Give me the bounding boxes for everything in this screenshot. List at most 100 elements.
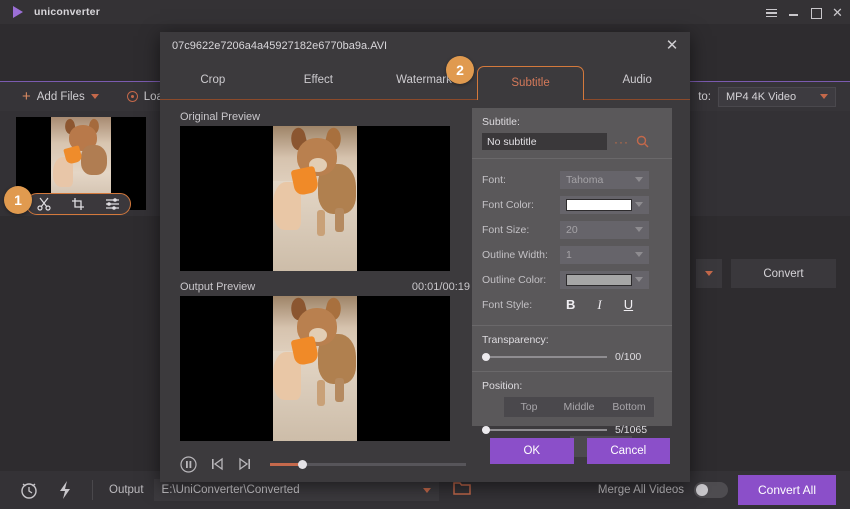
output-format-value: MP4 4K Video [726, 91, 796, 103]
original-preview-video [180, 126, 450, 271]
cancel-button[interactable]: Cancel [587, 438, 671, 464]
output-format-group: to: MP4 4K Video [698, 87, 836, 107]
maximize-icon[interactable] [809, 6, 822, 19]
modal-header: 07c9622e7206a4a45927182e6770ba9a.AVI ✕ [160, 32, 690, 60]
font-size-label: Font Size: [482, 224, 560, 236]
outline-width-label: Outline Width: [482, 249, 560, 261]
convert-to-label: to: [698, 91, 711, 103]
transparency-section: Transparency: 0/100 [472, 326, 672, 372]
tab-subtitle[interactable]: Subtitle [477, 66, 585, 100]
row-convert-dropdown[interactable] [696, 259, 722, 288]
preview-timestamp: 00:01/00:19 [412, 281, 470, 293]
original-preview-label-row: Original Preview [180, 108, 470, 126]
playback-controls [180, 452, 470, 476]
pause-circle-icon[interactable] [180, 456, 197, 473]
merge-all-videos-label: Merge All Videos [598, 484, 684, 496]
output-preview-label: Output Preview [180, 281, 255, 293]
playback-progress-slider[interactable] [270, 463, 466, 466]
app-logo-icon [10, 4, 26, 20]
position-value: 5/1065 [615, 424, 647, 436]
output-path-value: E:\UniConverter\Converted [162, 484, 300, 496]
outline-width-value: 1 [566, 249, 572, 261]
window-controls: ✕ [765, 0, 844, 24]
font-color-label: Font Color: [482, 199, 560, 211]
subtitle-style-section: Font: Tahoma Font Color: [472, 159, 672, 326]
plus-icon: + [22, 91, 31, 102]
chevron-down-icon [820, 94, 828, 99]
chevron-down-icon [423, 488, 431, 493]
bold-button[interactable]: B [566, 297, 575, 312]
sliders-icon[interactable] [104, 196, 122, 212]
chevron-down-icon [635, 252, 643, 257]
disc-icon [127, 91, 138, 102]
close-icon[interactable]: ✕ [831, 6, 844, 19]
subtitle-file-section: Subtitle: ··· [472, 108, 672, 159]
original-preview-label: Original Preview [180, 111, 260, 123]
position-segmented-control: Top Middle Bottom [504, 397, 654, 417]
italic-button[interactable]: I [597, 297, 601, 313]
thumbnail-tools [26, 193, 131, 215]
step-badge-1: 1 [4, 186, 32, 214]
crop-icon[interactable] [69, 196, 87, 212]
transparency-value: 0/100 [615, 351, 641, 363]
chevron-down-icon [635, 227, 643, 232]
modal-tabs: Crop Effect Watermark Subtitle Audio [160, 60, 690, 100]
position-label: Position: [482, 380, 662, 392]
tab-audio[interactable]: Audio [584, 60, 690, 100]
merge-all-videos-toggle[interactable] [694, 482, 728, 498]
modal-actions: OK Cancel [490, 438, 670, 464]
convert-all-button[interactable]: Convert All [738, 475, 836, 505]
chevron-down-icon [705, 271, 713, 276]
scissors-icon[interactable] [35, 196, 53, 212]
position-middle-option[interactable]: Middle [554, 401, 604, 413]
underline-button[interactable]: U [624, 297, 633, 312]
title-bar: uniconverter ✕ [0, 0, 850, 24]
font-color-row: Font Color: [482, 192, 662, 217]
outline-color-swatch [566, 274, 632, 286]
uniconverter-window: uniconverter ✕ + Add Files [0, 0, 850, 509]
ok-button[interactable]: OK [490, 438, 574, 464]
outline-color-select[interactable] [560, 271, 649, 289]
tab-crop[interactable]: Crop [160, 60, 266, 100]
subtitle-input[interactable] [482, 133, 607, 150]
output-format-select[interactable]: MP4 4K Video [718, 87, 836, 107]
minimize-icon[interactable] [787, 6, 800, 19]
font-color-select[interactable] [560, 196, 649, 214]
output-path-select[interactable]: E:\UniConverter\Converted [154, 479, 439, 501]
outline-width-select[interactable]: 1 [560, 246, 649, 264]
font-color-swatch [566, 199, 632, 211]
lightning-bolt-icon[interactable] [52, 477, 78, 503]
previous-frame-icon[interactable] [208, 456, 225, 473]
chevron-down-icon [635, 277, 643, 282]
font-value: Tahoma [566, 174, 603, 186]
outline-width-row: Outline Width: 1 [482, 242, 662, 267]
preview-column: Original Preview Output Preview 00:01/00… [180, 108, 470, 441]
alarm-clock-icon[interactable] [16, 477, 42, 503]
chevron-down-icon [635, 202, 643, 207]
tab-effect[interactable]: Effect [266, 60, 372, 100]
folder-icon[interactable] [453, 480, 471, 500]
app-title: uniconverter [34, 6, 100, 18]
font-style-row: Font Style: B I U [482, 292, 662, 317]
hamburger-menu-icon[interactable] [765, 6, 778, 19]
modal-body: Original Preview Output Preview 00:01/00… [160, 100, 690, 482]
position-top-option[interactable]: Top [504, 401, 554, 413]
output-preview-label-row: Output Preview 00:01/00:19 [180, 278, 470, 296]
outline-color-label: Outline Color: [482, 274, 560, 286]
transparency-label: Transparency: [482, 334, 662, 346]
font-style-label: Font Style: [482, 299, 560, 311]
next-frame-icon[interactable] [236, 456, 253, 473]
add-files-button[interactable]: + Add Files [22, 91, 99, 103]
modal-close-icon[interactable]: ✕ [664, 38, 680, 54]
transparency-slider[interactable] [482, 356, 607, 358]
ellipsis-icon[interactable]: ··· [614, 137, 629, 147]
row-convert-button[interactable]: Convert [731, 259, 836, 288]
position-slider[interactable] [482, 429, 607, 431]
position-bottom-option[interactable]: Bottom [604, 401, 654, 413]
font-select[interactable]: Tahoma [560, 171, 649, 189]
subtitle-label: Subtitle: [482, 116, 662, 128]
search-icon[interactable] [636, 135, 649, 148]
font-size-value: 20 [566, 224, 578, 236]
chevron-down-icon[interactable] [91, 94, 99, 99]
font-size-select[interactable]: 20 [560, 221, 649, 239]
